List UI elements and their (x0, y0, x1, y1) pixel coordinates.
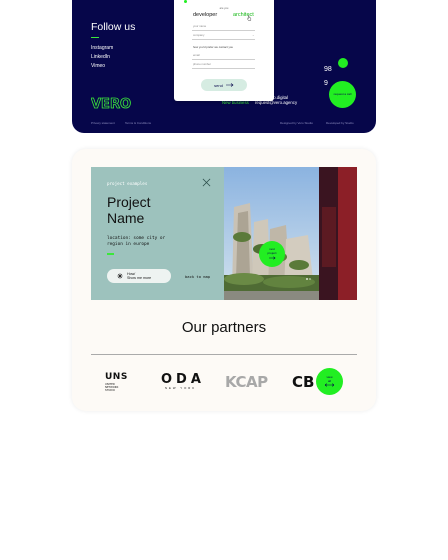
partner-logo-oda[interactable]: ODA NEW YORK (161, 373, 205, 390)
project-name-line-2: Name (107, 209, 145, 226)
oda-logo-text: ODA (161, 372, 205, 387)
name-input[interactable] (192, 30, 255, 31)
partners-divider (91, 354, 357, 355)
contact-form-popup: are you developer architect your name co… (174, 0, 274, 101)
email-field-label: email (193, 53, 200, 57)
option-developer[interactable]: developer (193, 12, 217, 18)
contact-indicator-dot (338, 58, 348, 68)
partner-logo-cb[interactable]: CB (292, 373, 314, 391)
project-info-panel: project examples Project Name location: … (91, 167, 224, 300)
chevron-down-icon[interactable]: ⌄ (252, 33, 255, 37)
contact-number-1: 98 (324, 66, 332, 73)
project-name-line-1: Project (107, 194, 151, 210)
heading-underline (91, 37, 99, 38)
partners-heading: Our partners (181, 319, 267, 336)
close-icon[interactable] (202, 178, 211, 187)
partner-logo-kcap[interactable]: KCAP (225, 373, 268, 391)
uns-logo-subtitle: UNITED NETWORK STUDIO (105, 383, 128, 392)
send-label: send (214, 82, 223, 88)
projects-partners-card: project examples Project Name location: … (72, 149, 376, 411)
follow-us-heading: Follow us (91, 21, 136, 33)
project-location: location: some city or region in europe (107, 236, 187, 248)
show-more-button[interactable]: How/ Show me more (107, 269, 171, 283)
send-button[interactable]: send (201, 79, 247, 91)
social-link-vimeo[interactable]: Vimeo (91, 63, 105, 69)
location-line-2: region in europe (107, 241, 150, 247)
project-photo (224, 167, 357, 300)
vero-logo[interactable]: VERO (91, 96, 135, 110)
name-field-label: your name (193, 24, 207, 28)
show-more-text: How/ Show me more (127, 272, 151, 281)
next-project-button[interactable]: next project (259, 241, 285, 267)
company-select[interactable] (192, 39, 255, 40)
request-call-button[interactable]: request a call (329, 81, 356, 108)
project-example-panel: project examples Project Name location: … (91, 167, 357, 300)
social-link-linkedin[interactable]: LinkedIn (91, 54, 110, 60)
double-arrow-icon (325, 383, 334, 387)
developed-by-credit[interactable]: Developed by Studio (326, 121, 354, 125)
email-input[interactable] (192, 59, 255, 60)
uns-logo-text: UNS (105, 372, 128, 382)
view-all-partners-button[interactable]: view all (316, 368, 343, 395)
form-accent-dot (184, 0, 187, 3)
project-examples-label: project examples (107, 181, 148, 186)
phone-input[interactable] (192, 68, 255, 69)
hand-cursor-icon (246, 15, 251, 21)
social-link-instagram[interactable]: Instagram (91, 45, 113, 51)
terms-link[interactable]: Terms & Conditions (125, 121, 151, 125)
back-to-map-link[interactable]: back to map (185, 274, 210, 279)
vero-logo-text: VERO (91, 97, 131, 110)
location-underline (107, 253, 114, 255)
asterisk-icon (117, 273, 123, 279)
show-more-line-2: Show me more (127, 276, 152, 280)
project-name: Project Name (107, 194, 207, 226)
form-question: are you (219, 7, 229, 10)
uns-subtitle-line-3: STUDIO (105, 389, 115, 392)
arrow-right-icon (225, 83, 234, 87)
phone-field-label: phone number (193, 62, 212, 66)
company-field-label: company (193, 33, 205, 37)
partner-logo-uns[interactable]: UNS UNITED NETWORK STUDIO (105, 372, 128, 392)
contact-number-2: 9 (324, 80, 328, 87)
privacy-link[interactable]: Privacy statement (91, 121, 115, 125)
designed-by-credit[interactable]: Designed by Vero Studio (280, 121, 313, 125)
contact-prompt: how you'd prefer we contact you (193, 45, 234, 49)
arrow-right-icon (268, 256, 276, 260)
